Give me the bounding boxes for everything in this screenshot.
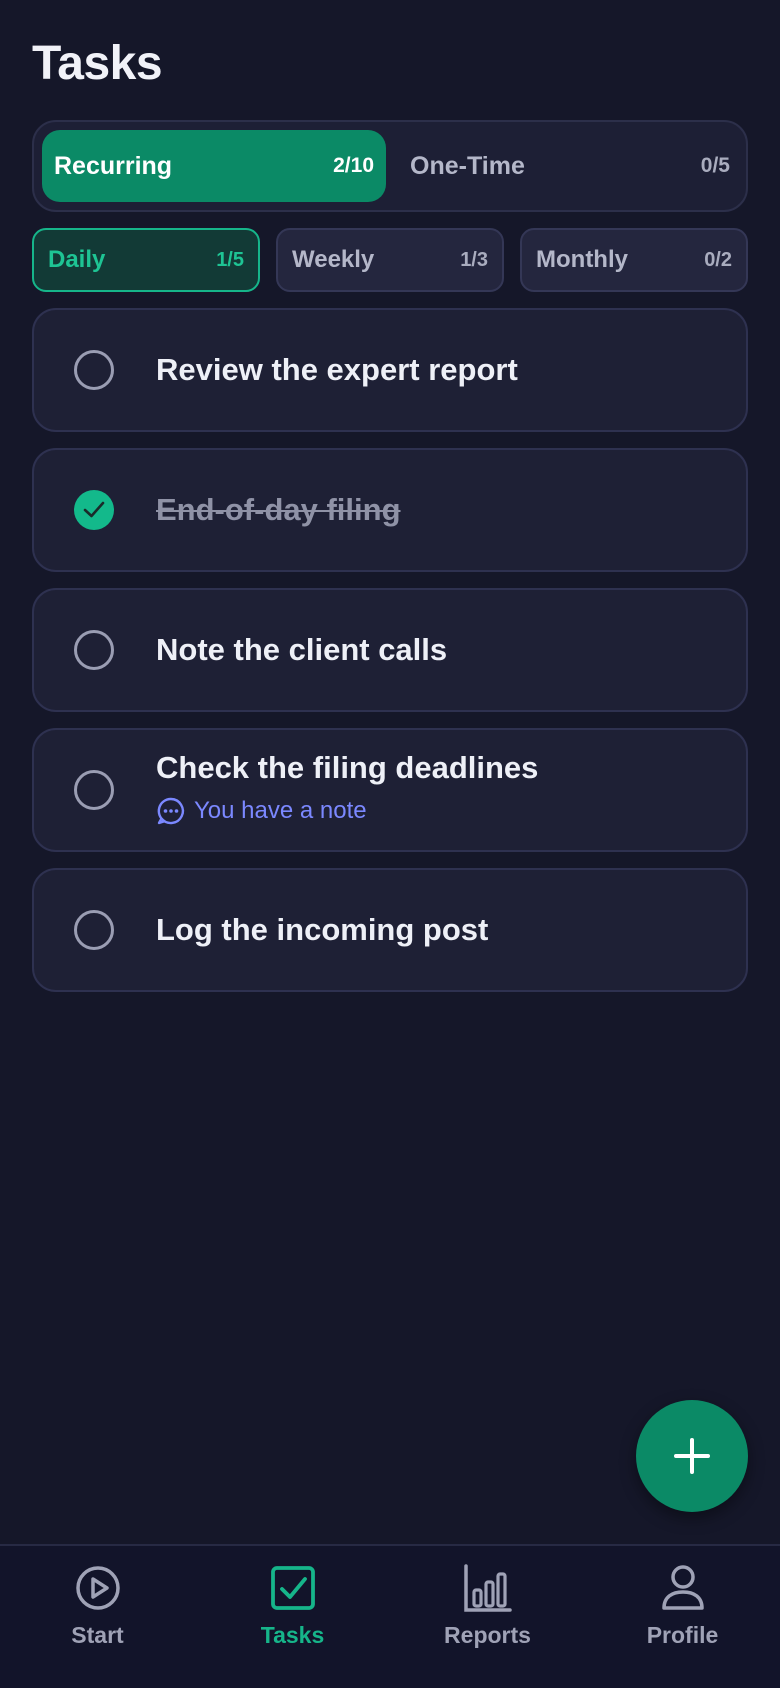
segment-one-time[interactable]: One-Time 0/5 (398, 130, 742, 202)
nav-label: Profile (646, 1622, 719, 1648)
task-note-indicator[interactable]: You have a note (156, 796, 367, 826)
segment-label: Recurring (54, 151, 173, 180)
nav-label: Start (71, 1622, 124, 1648)
person-icon (661, 1565, 704, 1610)
chat-bubble-icon (157, 797, 185, 825)
task-title: Log the incoming post (156, 912, 489, 947)
task-title: Check the filing deadlines (156, 750, 539, 785)
segment-count: 0/5 (700, 154, 730, 177)
task-title: Review the expert report (156, 352, 518, 387)
nav-label: Reports (444, 1622, 531, 1648)
chip-monthly[interactable]: Monthly 0/2 (520, 228, 748, 292)
task-card[interactable]: Log the incoming post (32, 868, 748, 992)
task-checkbox[interactable] (74, 350, 114, 390)
segment-recurring[interactable]: Recurring 2/10 (42, 130, 386, 202)
nav-item-reports[interactable]: Reports (390, 1562, 585, 1672)
checkbox-icon (270, 1566, 315, 1610)
chip-count: 1/3 (460, 248, 488, 271)
page-title: Tasks (32, 37, 163, 90)
plus-icon (674, 1438, 710, 1474)
task-checkbox[interactable] (74, 770, 114, 810)
play-circle-icon (75, 1566, 120, 1610)
chip-count: 0/2 (704, 248, 732, 271)
task-card[interactable]: End-of-day filing (32, 448, 748, 572)
task-title: End-of-day filing (156, 492, 401, 527)
nav-item-profile[interactable]: Profile (585, 1562, 780, 1672)
tasks-screen: Tasks Recurring 2/10 One-Time 0/5 Daily … (0, 0, 780, 1688)
chip-label: Monthly (536, 246, 628, 273)
task-type-segmented-control: Recurring 2/10 One-Time 0/5 (32, 120, 748, 212)
task-card[interactable]: Note the client calls (32, 588, 748, 712)
segment-count: 2/10 (333, 154, 374, 177)
chip-weekly[interactable]: Weekly 1/3 (276, 228, 504, 292)
chip-count: 1/5 (216, 248, 244, 271)
nav-item-tasks[interactable]: Tasks (195, 1562, 390, 1672)
task-checkbox-checked[interactable] (74, 490, 114, 530)
chip-label: Weekly (292, 246, 375, 273)
checkmark-icon (83, 501, 105, 518)
bottom-navigation: Start Tasks Reports Profile (0, 1544, 780, 1688)
note-text: You have a note (194, 797, 367, 824)
task-checkbox[interactable] (74, 630, 114, 670)
task-card[interactable]: Check the filing deadlines You have a no… (32, 728, 748, 852)
add-task-button[interactable] (636, 1400, 748, 1512)
nav-item-start[interactable]: Start (0, 1562, 195, 1672)
task-card[interactable]: Review the expert report (32, 308, 748, 432)
task-checkbox[interactable] (74, 910, 114, 950)
chip-daily[interactable]: Daily 1/5 (32, 228, 260, 292)
segment-label: One-Time (410, 151, 525, 180)
chip-label: Daily (48, 246, 106, 273)
task-title: Note the client calls (156, 632, 448, 667)
bar-chart-icon (463, 1564, 512, 1612)
nav-label: Tasks (260, 1622, 325, 1648)
